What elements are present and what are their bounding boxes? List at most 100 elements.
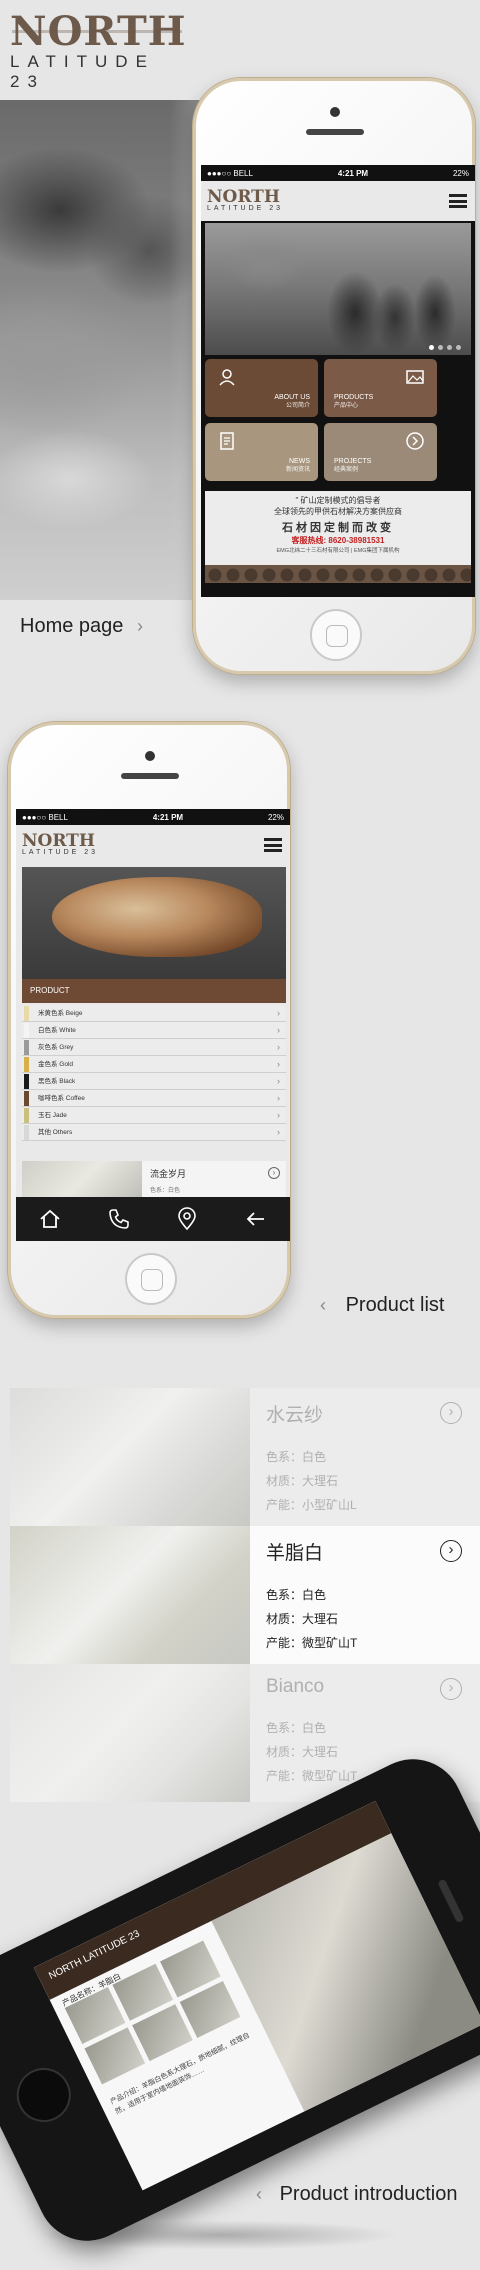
- location-pin-icon: [178, 1207, 197, 1231]
- list-screen: ●●●○○ BELL 4:21 PM 22% NORTH LATITUDE 23…: [16, 809, 290, 1241]
- tile-projects[interactable]: PROJECTS 经典案例: [324, 423, 437, 481]
- petrified-wood-photo: [52, 877, 262, 957]
- logo-underline: [12, 30, 182, 33]
- hamburger-menu-icon[interactable]: [264, 838, 282, 852]
- caption-home-page: Home page ›: [20, 615, 143, 638]
- material-color: 色系：白色: [266, 1721, 327, 1735]
- white-phone-list: ●●●○○ BELL 4:21 PM 22% NORTH LATITUDE 23…: [8, 722, 290, 1318]
- tile-sublabel: 公司简介: [285, 403, 310, 409]
- marble-swatch-image: [10, 1526, 250, 1664]
- hamburger-menu-icon[interactable]: [449, 194, 467, 208]
- material-info: 羊脂白 色系：白色 材质：大理石 产能：微型矿山T ›: [250, 1526, 480, 1664]
- caption-text: Home page: [20, 615, 124, 637]
- chevron-right-icon: ›: [277, 1025, 280, 1035]
- header-logo-tagline: LATITUDE 23: [22, 849, 99, 856]
- chevron-left-icon: ‹: [256, 2184, 262, 2204]
- material-type: 材质：大理石: [266, 1612, 339, 1626]
- category-label: 玉石 Jade: [38, 1112, 67, 1119]
- category-row[interactable]: 金色系 Gold ›: [22, 1056, 286, 1073]
- status-bar: ●●●○○ BELL 4:21 PM 22%: [201, 165, 475, 181]
- tab-location[interactable]: [171, 1203, 203, 1235]
- color-swatch: [24, 1125, 29, 1140]
- color-swatch: [24, 1040, 29, 1055]
- chevron-circle-icon[interactable]: ›: [440, 1678, 462, 1700]
- battery-label: 22%: [267, 812, 284, 822]
- color-swatch: [24, 1091, 29, 1106]
- arrow-circle-icon[interactable]: ›: [268, 1167, 280, 1179]
- hotline[interactable]: 客服热线: 8620-38981531: [205, 535, 471, 546]
- home-button[interactable]: [310, 609, 362, 661]
- app-header: NORTH LATITUDE 23: [16, 825, 290, 865]
- category-row[interactable]: 白色系 White ›: [22, 1022, 286, 1039]
- document-icon: [220, 432, 234, 450]
- tab-home[interactable]: [34, 1203, 66, 1235]
- color-swatch: [24, 1057, 29, 1072]
- chevron-left-icon: ‹: [320, 1295, 326, 1315]
- phone-icon: [108, 1209, 129, 1229]
- tab-back[interactable]: [240, 1203, 272, 1235]
- carousel-dots[interactable]: [429, 345, 461, 350]
- chevron-right-icon: ›: [277, 1110, 280, 1120]
- category-row[interactable]: 米黄色系 Beige ›: [22, 1005, 286, 1022]
- chevron-right-icon: ›: [277, 1093, 280, 1103]
- header-logo-tagline: LATITUDE 23: [207, 205, 284, 212]
- material-type: 材质：大理石: [266, 1745, 339, 1759]
- category-label: 灰色系 Grey: [38, 1044, 74, 1051]
- product-banner: [22, 867, 286, 979]
- clock: 4:21 PM: [152, 812, 184, 822]
- category-row[interactable]: 玉石 Jade ›: [22, 1107, 286, 1124]
- category-list: 米黄色系 Beige › 白色系 White › 灰色系 Grey › 金色系 Gol…: [22, 1005, 286, 1141]
- category-row[interactable]: 咖啡色系 Coffee ›: [22, 1090, 286, 1107]
- category-row[interactable]: 黑色系 Black ›: [22, 1073, 286, 1090]
- slogan-line-2: 全球领先的甲供石材解决方案供应商: [274, 507, 402, 516]
- header-logo[interactable]: NORTH LATITUDE 23: [207, 189, 283, 213]
- category-row[interactable]: 其他 Others ›: [22, 1124, 286, 1141]
- app-header: NORTH LATITUDE 23: [201, 181, 475, 221]
- chevron-circle-icon[interactable]: ›: [440, 1540, 462, 1562]
- material-row[interactable]: 水云纱 色系：白色 材质：大理石 产能：小型矿山L ›: [10, 1388, 480, 1526]
- category-label: 其他 Others: [38, 1129, 73, 1136]
- category-row[interactable]: 灰色系 Grey ›: [22, 1039, 286, 1056]
- home-button[interactable]: [125, 1253, 177, 1305]
- earpiece-speaker: [437, 1878, 465, 1924]
- earpiece-speaker: [306, 129, 364, 135]
- home-button[interactable]: [7, 2058, 80, 2132]
- chevron-right-icon: ›: [277, 1008, 280, 1018]
- chevron-right-icon: ›: [136, 616, 143, 636]
- caption-text: Product introduction: [279, 2183, 458, 2205]
- tab-call[interactable]: [103, 1203, 135, 1235]
- category-label: 米黄色系 Beige: [38, 1010, 83, 1017]
- tile-products[interactable]: PRODUCTS 产品中心: [324, 359, 437, 417]
- category-label: 黑色系 Black: [38, 1078, 76, 1085]
- chevron-circle-icon[interactable]: ›: [440, 1402, 462, 1424]
- logo-tagline: LATITUDE 23: [10, 52, 155, 91]
- pebble-strip: [205, 565, 471, 583]
- material-row[interactable]: 羊脂白 色系：白色 材质：大理石 产能：微型矿山T ›: [10, 1526, 480, 1664]
- front-camera: [330, 107, 340, 117]
- tile-sublabel: 新闻资讯: [285, 467, 310, 473]
- marble-swatch-image: [10, 1388, 250, 1526]
- product-teaser[interactable]: 流金岁月 色系：白色 ›: [22, 1161, 286, 1201]
- status-bar: ●●●○○ BELL 4:21 PM 22%: [16, 809, 290, 825]
- material-type: 材质：大理石: [266, 1474, 339, 1488]
- home-icon: [40, 1209, 60, 1228]
- header-logo-wordmark: NORTH: [22, 831, 95, 851]
- header-logo[interactable]: NORTH LATITUDE 23: [22, 833, 98, 857]
- chevron-right-icon: ›: [277, 1059, 280, 1069]
- home-screen: ●●●○○ BELL 4:21 PM 22% NORTH LATITUDE 23…: [201, 165, 475, 597]
- caption-product-introduction: ‹ Product introduction: [256, 2183, 457, 2206]
- tile-news[interactable]: NEWS 新闻资讯: [205, 423, 318, 481]
- slogan-headline: 石材因定制而改变: [282, 522, 394, 534]
- hero-banner[interactable]: [205, 223, 471, 355]
- chevron-right-icon: ›: [277, 1076, 280, 1086]
- caption-text: Product list: [345, 1294, 445, 1316]
- chevron-right-icon: ›: [277, 1127, 280, 1137]
- earpiece-speaker: [121, 773, 179, 779]
- tile-about-us[interactable]: ABOUT US 公司简介: [205, 359, 318, 417]
- back-arrow-icon: [246, 1212, 264, 1226]
- image-icon: [406, 370, 424, 384]
- marble-thumbnail: [22, 1161, 142, 1201]
- arrow-circle-icon: [406, 432, 424, 450]
- material-name: Bianco: [266, 1676, 325, 1697]
- color-swatch: [24, 1074, 29, 1089]
